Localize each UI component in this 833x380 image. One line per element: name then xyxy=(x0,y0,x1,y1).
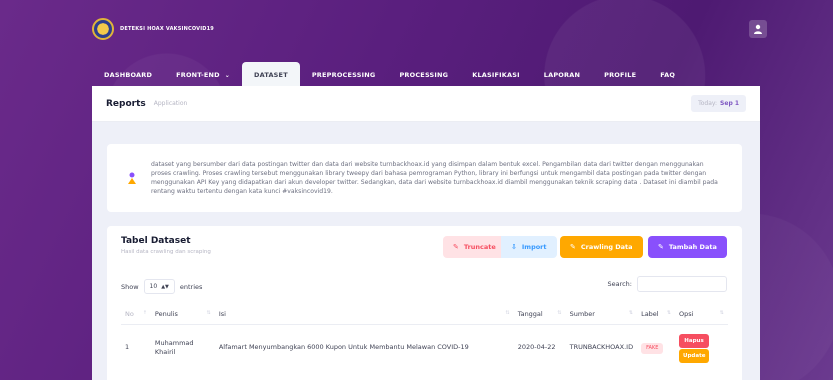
nav-processing[interactable]: PROCESSING xyxy=(387,62,460,88)
col-no-label: No xyxy=(125,309,134,318)
sort-icon: ⇅ xyxy=(628,309,634,316)
import-label: Import xyxy=(521,243,547,251)
entries-value: 10 xyxy=(149,283,158,290)
dataset-info-alert: dataset yang bersumber dari data posting… xyxy=(107,144,742,212)
col-label[interactable]: Label ⇅ xyxy=(637,304,676,325)
search-label: Search: xyxy=(607,280,632,288)
col-isi[interactable]: Isi ⇅ xyxy=(214,304,514,325)
nav-faq[interactable]: FAQ xyxy=(648,62,687,88)
dataset-info-icon xyxy=(128,172,136,184)
add-data-label: Tambah Data xyxy=(668,243,717,251)
entries-select[interactable]: 10 ▲▼ xyxy=(143,279,175,294)
select-caret-icon: ▲▼ xyxy=(161,283,169,290)
nav-dashboard[interactable]: DASHBOARD xyxy=(92,62,164,88)
crawling-label: Crawling Data xyxy=(580,243,633,251)
card-subtitle: Hasil data crawling dan scraping xyxy=(121,249,211,255)
table-header-row: No ↑ Penulis ⇅ Isi ⇅ Tanggal ⇅ Sumber ⇅ Labe… xyxy=(121,304,728,325)
truncate-label: Truncate xyxy=(463,243,496,251)
app-logo[interactable] xyxy=(92,18,114,40)
col-penulis-label: Penulis xyxy=(154,309,178,318)
show-label: Show xyxy=(121,282,139,291)
user-menu-button[interactable] xyxy=(749,20,767,38)
add-icon: ✎ xyxy=(658,243,664,251)
import-button[interactable]: ⇩ Import xyxy=(501,236,557,258)
subheader: Reports Application Today: Sep 1 xyxy=(92,86,760,122)
crawling-data-button[interactable]: ✎ Crawling Data xyxy=(560,236,643,258)
search-control: Search: xyxy=(607,276,727,292)
cell-penulis: Muhammad Khairil xyxy=(154,338,194,357)
dataset-description: dataset yang bersumber dari data posting… xyxy=(151,160,718,196)
nav-klasifikasi[interactable]: KLASIFIKASI xyxy=(460,62,532,88)
page-subtitle: Application xyxy=(153,100,188,107)
entries-control: Show 10 ▲▼ entries xyxy=(121,279,202,294)
cell-no: 1 xyxy=(125,343,130,352)
sort-icon: ⇅ xyxy=(557,309,562,316)
page-title: Reports xyxy=(106,98,146,109)
nav-front-end-label: FRONT-END xyxy=(176,71,220,79)
app-title[interactable]: DETEKSI HOAX VAKSINCOVID19 xyxy=(120,26,214,32)
today-label: Today: xyxy=(698,100,718,107)
col-sumber[interactable]: Sumber ⇅ xyxy=(565,304,638,325)
col-no[interactable]: No ↑ xyxy=(121,304,151,325)
table-row: 1 Muhammad Khairil Alfamart Menyumbangka… xyxy=(121,324,728,372)
cell-sumber: TRUNBACKHOAX.ID xyxy=(569,343,634,352)
search-input[interactable] xyxy=(637,276,727,292)
nav-profile[interactable]: PROFILE xyxy=(592,62,648,88)
import-icon: ⇩ xyxy=(511,243,517,251)
sort-icon: ⇅ xyxy=(719,309,724,316)
col-tanggal[interactable]: Tanggal ⇅ xyxy=(513,304,566,325)
card-header: Tabel Dataset Hasil data crawling dan sc… xyxy=(121,236,211,255)
cell-opsi: Hapus Update xyxy=(675,324,728,372)
sort-icon: ⇅ xyxy=(206,309,211,316)
col-opsi-label: Opsi xyxy=(679,309,694,318)
col-penulis[interactable]: Penulis ⇅ xyxy=(150,304,215,325)
sort-icon: ⇅ xyxy=(666,309,672,316)
delete-button[interactable]: Hapus xyxy=(679,333,710,348)
dataset-table: No ↑ Penulis ⇅ Isi ⇅ Tanggal ⇅ Sumber ⇅ Labe… xyxy=(121,304,728,372)
main-content: Reports Application Today: Sep 1 dataset … xyxy=(92,86,760,380)
today-value: Sep 1 xyxy=(720,100,739,107)
update-button[interactable]: Update xyxy=(679,348,710,363)
truncate-button[interactable]: ✎ Truncate xyxy=(443,236,506,258)
chevron-down-icon: ⌄ xyxy=(224,71,230,79)
col-tanggal-label: Tanggal xyxy=(517,309,543,318)
entries-label: entries xyxy=(179,282,203,291)
nav-front-end[interactable]: FRONT-END ⌄ xyxy=(164,62,242,88)
top-bar: DETEKSI HOAX VAKSINCOVID19 xyxy=(0,0,833,58)
today-badge[interactable]: Today: Sep 1 xyxy=(691,95,746,112)
nav-dataset[interactable]: DATASET xyxy=(242,62,300,88)
cell-label: FAKE xyxy=(637,324,675,372)
col-sumber-label: Sumber xyxy=(569,309,595,318)
card-title: Tabel Dataset xyxy=(121,236,191,246)
crawl-icon: ✎ xyxy=(570,243,576,251)
cell-isi: Alfamart Menyumbangkan 6000 Kupon Untuk … xyxy=(218,343,469,352)
sort-icon: ↑ xyxy=(142,309,147,316)
user-icon xyxy=(754,24,762,34)
dataset-card: Tabel Dataset Hasil data crawling dan sc… xyxy=(107,226,742,380)
truncate-icon: ✎ xyxy=(453,243,459,251)
main-nav: DASHBOARD FRONT-END ⌄ DATASET PREPROCESS… xyxy=(92,58,687,88)
col-label-label: Label xyxy=(641,309,659,318)
add-data-button[interactable]: ✎ Tambah Data xyxy=(648,236,727,258)
col-isi-label: Isi xyxy=(218,309,226,318)
cell-tanggal: 2020-04-22 xyxy=(517,343,556,352)
col-opsi[interactable]: Opsi ⇅ xyxy=(675,304,728,325)
nav-preprocessing[interactable]: PREPROCESSING xyxy=(300,62,388,88)
sort-icon: ⇅ xyxy=(505,309,510,316)
nav-laporan[interactable]: LAPORAN xyxy=(532,62,592,88)
label-badge: FAKE xyxy=(641,342,664,354)
